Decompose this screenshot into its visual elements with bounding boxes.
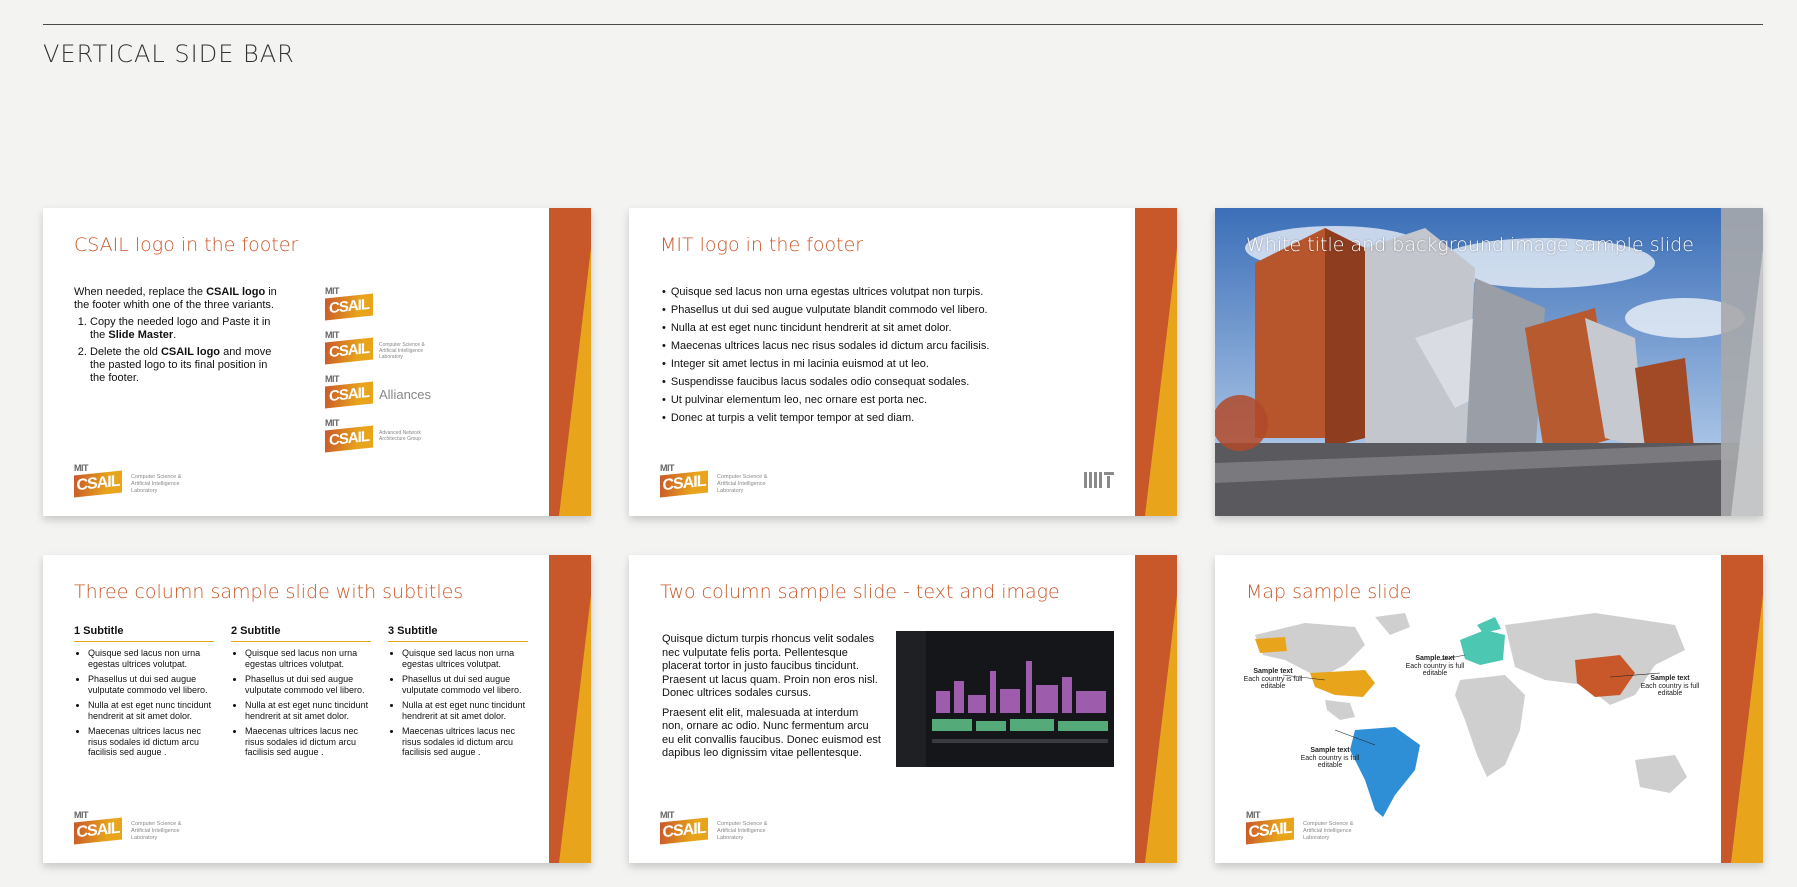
column-3: 3 Subtitle Quisque sed lacus non urna eg… (388, 625, 528, 763)
editing-timeline-image (896, 631, 1114, 767)
list-item: Nulla at est eget nunc tincidunt hendrer… (245, 700, 371, 721)
footer-csail-logo: MIT CSAIL Computer Science & Artificial I… (74, 463, 184, 499)
instructions: When needed, replace the CSAIL logo in t… (74, 286, 279, 389)
slide-title: MIT logo in the footer (660, 234, 864, 256)
list-item: Phasellus ut dui sed augue vulputate com… (245, 674, 371, 695)
map-label-asia: Sample text Each country is full editable (1640, 675, 1700, 697)
list-item: Quisque sed lacus non urna egestas ultri… (662, 286, 989, 298)
list-item: Suspendisse faucibus lacus sodales odio … (662, 376, 989, 388)
slide-mit-logo[interactable]: MIT logo in the footer Quisque sed lacus… (629, 208, 1177, 516)
logo-variant-plain[interactable]: MIT CSAIL (325, 286, 445, 322)
slide-title: White title and background image sample … (1246, 234, 1694, 256)
list-item: Integer sit amet lectus in mi lacinia eu… (662, 358, 989, 370)
slide-map[interactable]: Map sample slide Sample text Each country… (1215, 555, 1763, 863)
footer-csail-logo: MIT CSAIL Computer Science & Artificial I… (660, 810, 770, 846)
map-label-north-america: Sample text Each country is full editable (1243, 668, 1303, 690)
vertical-side-bar (549, 555, 591, 863)
footer-csail-logo: MIT CSAIL Computer Science & Artificial I… (1246, 810, 1356, 846)
slide-background-image[interactable]: White title and background image sample … (1215, 208, 1763, 516)
list-item: Phasellus ut dui sed augue vulputate com… (402, 674, 528, 695)
page-heading: VERTICAL SIDE BAR (43, 40, 295, 68)
bullet-list: Quisque sed lacus non urna egestas ultri… (662, 286, 990, 430)
map-label-europe: Sample text Each country is full editable (1405, 655, 1465, 677)
list-item: Donec at turpis a velit tempor tempor at… (662, 412, 989, 424)
map-label-south-america: Sample text Each country is full editable (1300, 747, 1360, 769)
body-text: Quisque dictum turpis rhoncus velit soda… (662, 633, 881, 759)
list-item: Maecenas ultrices lacus nec risus sodale… (88, 726, 214, 758)
logo-variant-tagline[interactable]: MIT CSAIL Computer Science & Artificial I… (325, 330, 445, 366)
vertical-side-bar (1721, 208, 1763, 516)
vertical-side-bar (549, 208, 591, 516)
logo-variant-advanced-network[interactable]: MIT CSAIL Advanced Network Architecture G… (325, 418, 445, 454)
column-2: 2 Subtitle Quisque sed lacus non urna eg… (231, 625, 371, 763)
column-subtitle: 2 Subtitle (231, 625, 371, 642)
column-1: 1 Subtitle Quisque sed lacus non urna eg… (74, 625, 214, 763)
list-item: Phasellus ut dui sed augue vulputate com… (88, 674, 214, 695)
list-item: Phasellus ut dui sed augue vulputate bla… (662, 304, 989, 316)
slide-title: Two column sample slide - text and image (660, 581, 1060, 603)
slide-title: CSAIL logo in the footer (74, 234, 299, 256)
column-subtitle: 1 Subtitle (74, 625, 214, 642)
list-item: Quisque sed lacus non urna egestas ultri… (88, 648, 214, 669)
list-item: Nulla at est eget nunc tincidunt hendrer… (662, 322, 989, 334)
top-rule (43, 24, 1763, 25)
list-item: Nulla at est eget nunc tincidunt hendrer… (402, 700, 528, 721)
slide-title: Three column sample slide with subtitles (74, 581, 464, 603)
list-item: Maecenas ultrices lacus nec risus sodale… (662, 340, 990, 352)
slide-csail-logo[interactable]: CSAIL logo in the footer When needed, re… (43, 208, 591, 516)
logo-variant-alliances[interactable]: MIT CSAIL Alliances (325, 374, 445, 410)
vertical-side-bar (1135, 208, 1177, 516)
slide-three-column[interactable]: Three column sample slide with subtitles… (43, 555, 591, 863)
list-item: Maecenas ultrices lacus nec risus sodale… (245, 726, 371, 758)
list-item: Quisque sed lacus non urna egestas ultri… (402, 648, 528, 669)
slide-two-column[interactable]: Two column sample slide - text and image… (629, 555, 1177, 863)
list-item: Ut pulvinar elementum leo, nec ornare es… (662, 394, 989, 406)
column-subtitle: 3 Subtitle (388, 625, 528, 642)
mit-logo-icon (1084, 472, 1114, 488)
list-item: Quisque sed lacus non urna egestas ultri… (245, 648, 371, 669)
vertical-side-bar (1135, 555, 1177, 863)
list-item: Nulla at est eget nunc tincidunt hendrer… (88, 700, 214, 721)
footer-csail-logo: MIT CSAIL Computer Science & Artificial I… (660, 463, 770, 499)
footer-csail-logo: MIT CSAIL Computer Science & Artificial I… (74, 810, 184, 846)
list-item: Maecenas ultrices lacus nec risus sodale… (402, 726, 528, 758)
